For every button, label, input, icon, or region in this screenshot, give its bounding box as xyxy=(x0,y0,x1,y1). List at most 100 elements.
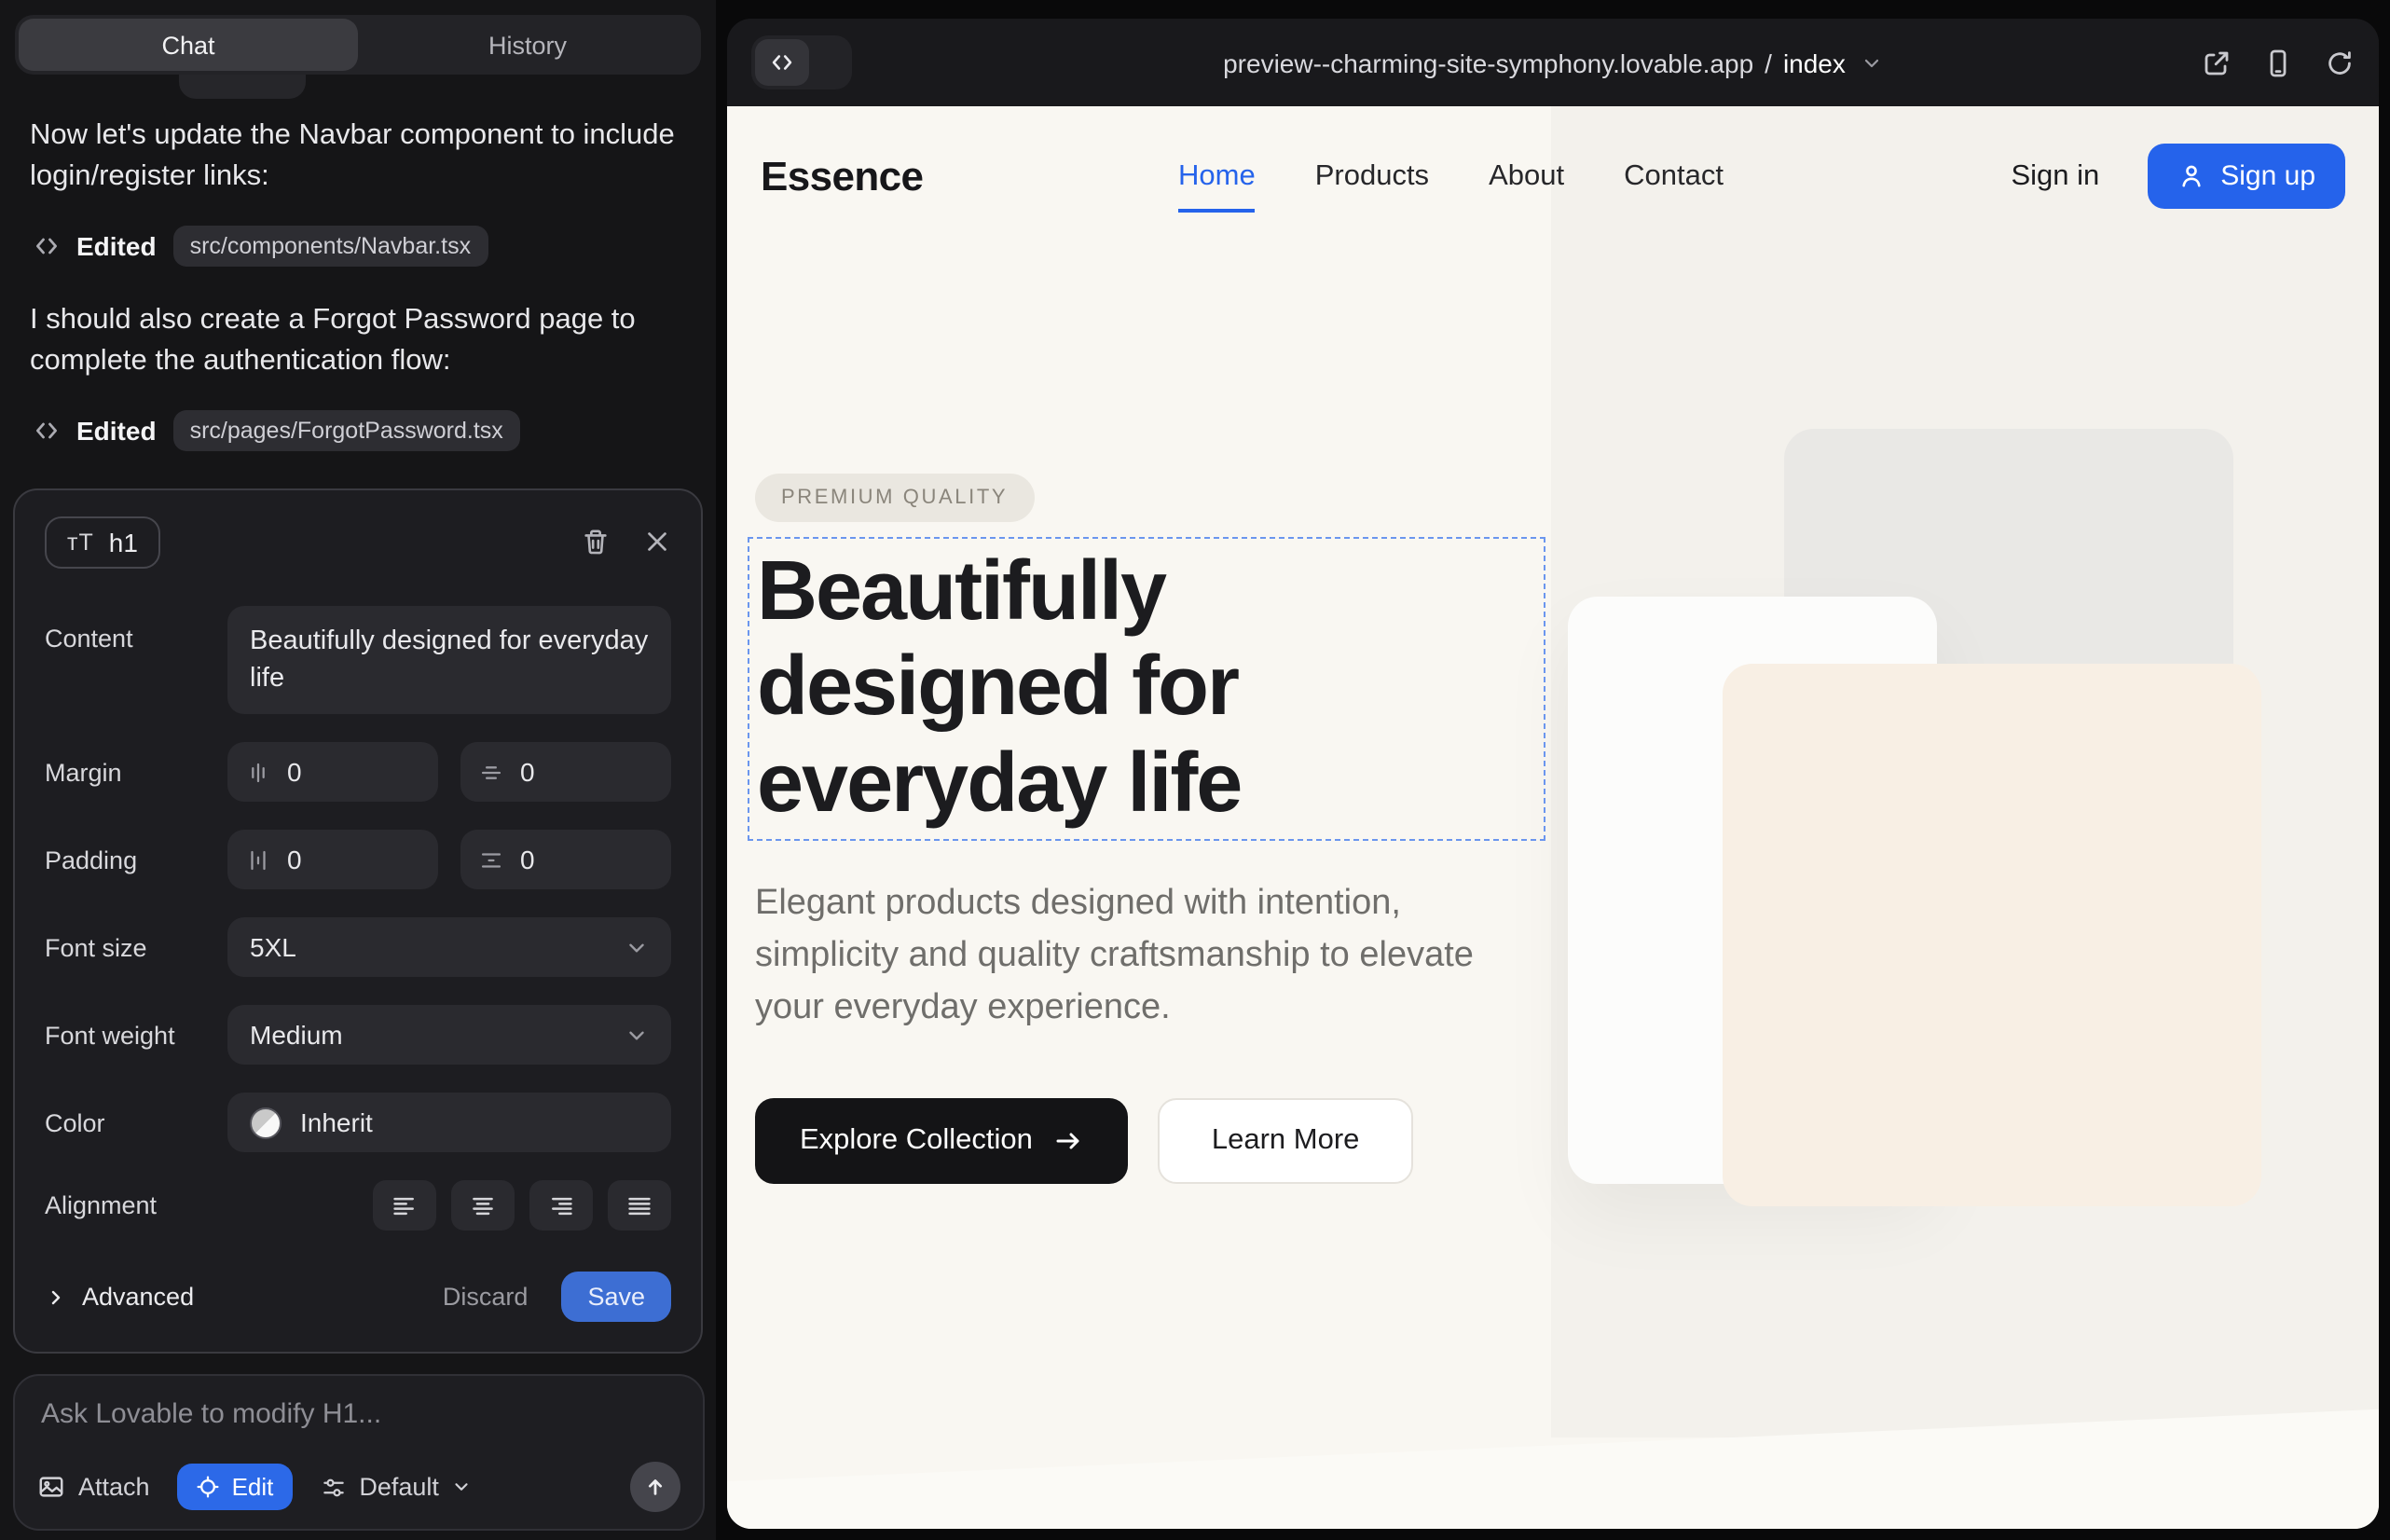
user-icon xyxy=(2177,162,2205,190)
margin-y-value: 0 xyxy=(520,758,535,788)
mobile-view-icon[interactable] xyxy=(2263,48,2293,77)
editor-footer: Advanced Discard Save xyxy=(45,1272,671,1323)
align-center-icon xyxy=(470,1193,496,1219)
align-center-button[interactable] xyxy=(451,1181,515,1231)
sign-up-button[interactable]: Sign up xyxy=(2148,144,2345,209)
font-weight-row: Font weight Medium xyxy=(45,1006,671,1066)
edited-file-row: Edited src/pages/ForgotPassword.tsx xyxy=(34,410,686,451)
align-justify-icon xyxy=(626,1193,652,1219)
margin-vertical-icon xyxy=(479,761,503,785)
hero-cta-row: Explore Collection Learn More xyxy=(755,1098,2379,1184)
edit-label: Edit xyxy=(232,1473,274,1501)
url-domain: preview--charming-site-symphony.lovable.… xyxy=(1223,48,1753,77)
assistant-message: Now let's update the Navbar component to… xyxy=(30,116,686,199)
color-select[interactable]: Inherit xyxy=(227,1093,671,1153)
margin-y-input[interactable]: 0 xyxy=(460,743,671,803)
attach-button[interactable]: Attach xyxy=(37,1473,150,1501)
align-left-icon xyxy=(391,1193,418,1219)
close-icon[interactable] xyxy=(643,529,671,557)
open-external-icon[interactable] xyxy=(2202,48,2232,77)
edit-mode-button[interactable]: Edit xyxy=(178,1464,293,1510)
padding-vertical-icon xyxy=(479,848,503,873)
nav-link-contact[interactable]: Contact xyxy=(1624,159,1724,193)
premium-quality-badge: PREMIUM QUALITY xyxy=(755,474,1034,522)
align-left-button[interactable] xyxy=(373,1181,436,1231)
align-right-button[interactable] xyxy=(529,1181,593,1231)
url-separator: / xyxy=(1765,48,1772,77)
chevron-down-icon xyxy=(625,1024,649,1048)
content-input[interactable]: Beautifully designed for everyday life xyxy=(227,606,671,715)
margin-x-input[interactable]: 0 xyxy=(227,743,438,803)
file-chip[interactable]: src/pages/ForgotPassword.tsx xyxy=(173,410,520,451)
tab-chat[interactable]: Chat xyxy=(19,19,358,71)
sign-in-link[interactable]: Sign in xyxy=(2011,159,2099,193)
model-label: Default xyxy=(359,1473,439,1501)
edited-label: Edited xyxy=(76,231,157,261)
edited-label: Edited xyxy=(76,416,157,446)
code-icon xyxy=(34,233,60,259)
composer: Attach Edit Default xyxy=(13,1374,705,1531)
code-view-toggle[interactable] xyxy=(751,35,852,89)
auth-controls: Sign in Sign up xyxy=(2011,144,2345,209)
advanced-toggle[interactable]: Advanced xyxy=(45,1284,194,1312)
font-weight-label: Font weight xyxy=(45,1022,227,1050)
padding-row: Padding 0 0 xyxy=(45,831,671,890)
trash-icon[interactable] xyxy=(582,529,610,557)
margin-horizontal-icon xyxy=(246,761,270,785)
padding-y-input[interactable]: 0 xyxy=(460,831,671,890)
save-button[interactable]: Save xyxy=(561,1272,671,1323)
sliders-icon xyxy=(320,1474,346,1500)
model-selector[interactable]: Default xyxy=(320,1473,473,1501)
nav-link-products[interactable]: Products xyxy=(1315,159,1429,193)
margin-row: Margin 0 0 xyxy=(45,743,671,803)
element-tag-pill[interactable]: тT h1 xyxy=(45,516,160,569)
learn-more-button[interactable]: Learn More xyxy=(1158,1098,1414,1184)
chat-panel: Chat History Now let's update the Navbar… xyxy=(0,0,716,1540)
chevron-right-icon xyxy=(45,1286,67,1309)
code-icon xyxy=(34,418,60,444)
nav-link-home[interactable]: Home xyxy=(1178,159,1256,193)
preview-url[interactable]: preview--charming-site-symphony.lovable.… xyxy=(727,48,2379,77)
chevron-down-icon xyxy=(625,936,649,960)
composer-toolbar: Attach Edit Default xyxy=(37,1462,680,1512)
arrow-right-icon xyxy=(1053,1126,1083,1156)
margin-x-value: 0 xyxy=(287,758,302,788)
edited-file-row: Edited src/components/Navbar.tsx xyxy=(34,226,686,267)
hero-heading[interactable]: Beautifully designed for everyday life xyxy=(757,543,1544,830)
site-logo[interactable]: Essence xyxy=(761,152,923,200)
assistant-message: I should also create a Forgot Password p… xyxy=(30,300,686,384)
font-size-select[interactable]: 5XL xyxy=(227,918,671,978)
font-size-value: 5XL xyxy=(250,933,296,963)
target-icon xyxy=(197,1475,221,1499)
align-right-icon xyxy=(548,1193,574,1219)
font-weight-value: Medium xyxy=(250,1021,343,1051)
padding-y-value: 0 xyxy=(520,846,535,875)
site-preview: Essence Home Products About Contact Sign… xyxy=(727,106,2379,1529)
padding-x-input[interactable]: 0 xyxy=(227,831,438,890)
editor-header: тT h1 xyxy=(45,516,671,569)
nav-link-about[interactable]: About xyxy=(1489,159,1564,193)
chat-history-tabs: Chat History xyxy=(15,15,701,75)
arrow-up-icon xyxy=(643,1475,667,1499)
refresh-icon[interactable] xyxy=(2325,48,2355,77)
scrolled-chip-fragment xyxy=(179,75,306,99)
preview-topbar: preview--charming-site-symphony.lovable.… xyxy=(727,19,2379,106)
file-chip[interactable]: src/components/Navbar.tsx xyxy=(173,226,488,267)
tab-history[interactable]: History xyxy=(358,19,697,71)
chevron-down-icon xyxy=(1861,51,1883,74)
font-weight-select[interactable]: Medium xyxy=(227,1006,671,1066)
align-justify-button[interactable] xyxy=(608,1181,671,1231)
color-swatch xyxy=(250,1107,282,1139)
preview-frame: preview--charming-site-symphony.lovable.… xyxy=(727,19,2379,1529)
content-label: Content xyxy=(45,606,227,653)
selected-element-outline[interactable]: Beautifully designed for everyday life xyxy=(748,537,1545,841)
chat-input[interactable] xyxy=(41,1398,677,1443)
send-button[interactable] xyxy=(630,1462,680,1512)
margin-label: Margin xyxy=(45,759,227,787)
code-toggle-icon xyxy=(770,50,794,75)
element-tag: h1 xyxy=(109,528,138,557)
content-row: Content Beautifully designed for everyda… xyxy=(45,606,671,715)
explore-collection-button[interactable]: Explore Collection xyxy=(755,1098,1128,1184)
discard-button[interactable]: Discard xyxy=(443,1284,529,1312)
sign-up-label: Sign up xyxy=(2220,160,2315,192)
